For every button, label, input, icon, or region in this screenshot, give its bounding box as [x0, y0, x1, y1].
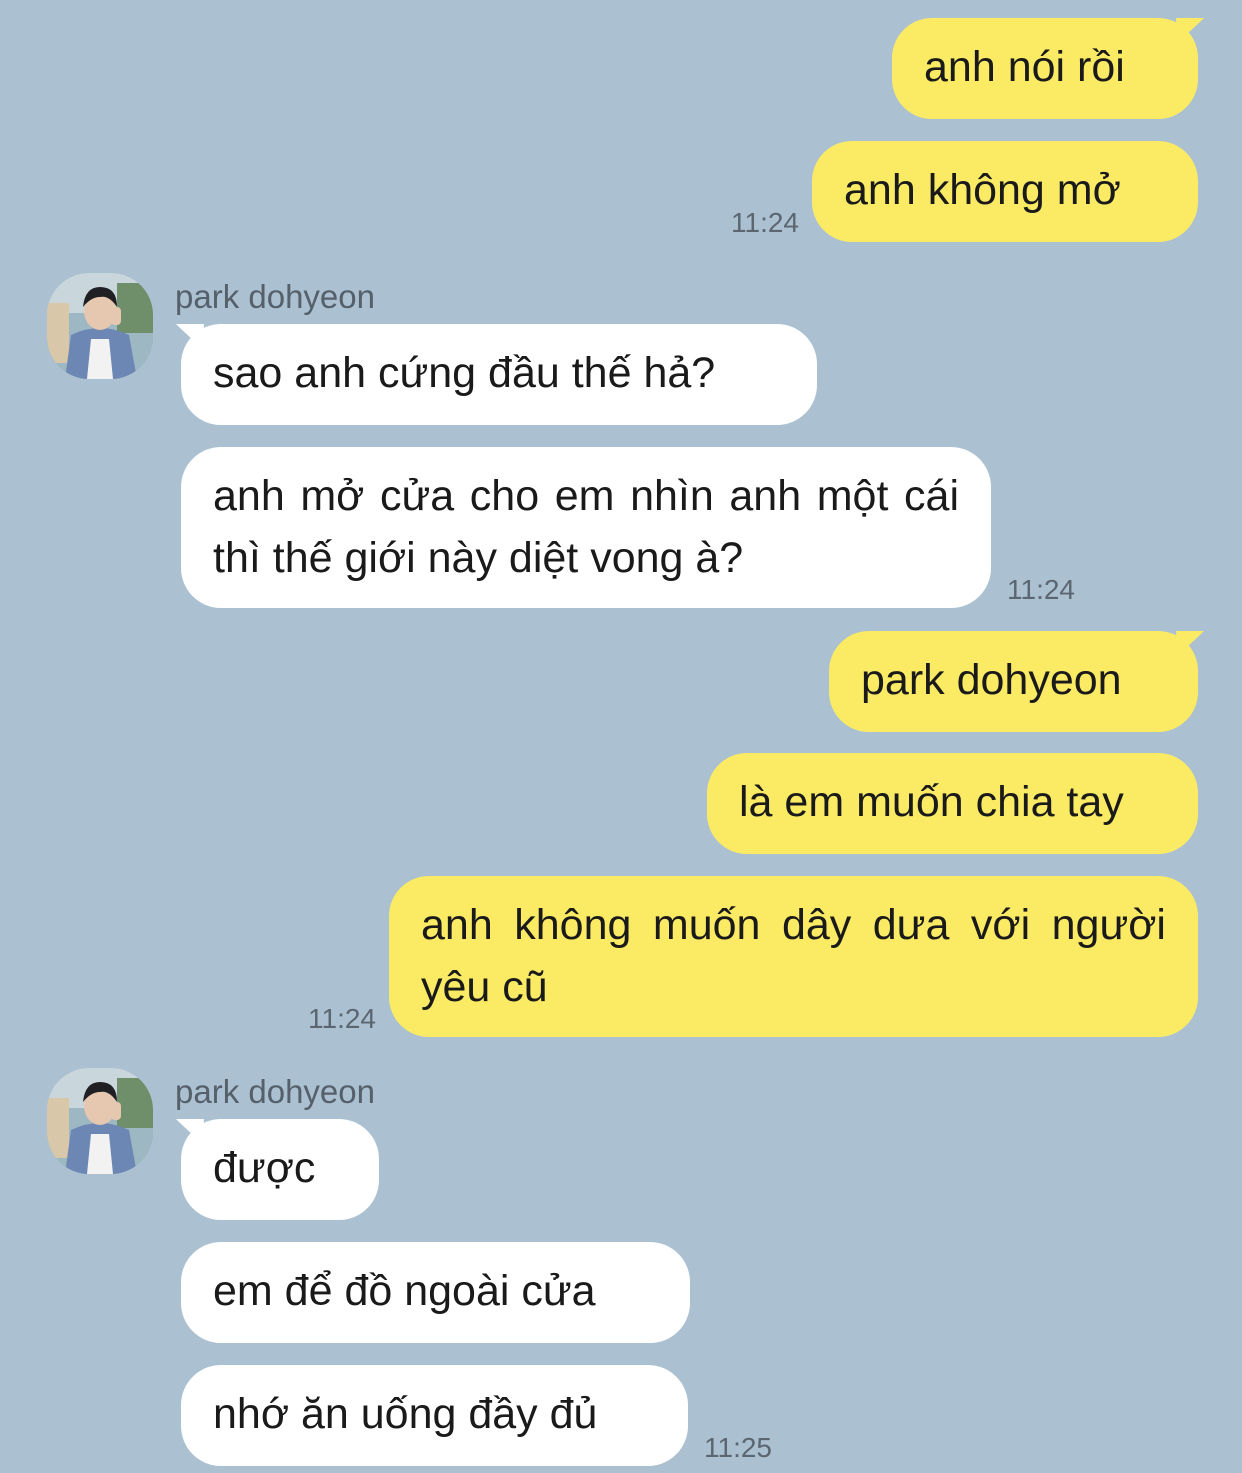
sender-name: park dohyeon	[175, 278, 375, 315]
message-text: nhớ ăn uống đầy đủ	[213, 1390, 598, 1438]
message-text: anh mở cửa cho em nhìn anh một cái thì t…	[213, 472, 959, 582]
sender-avatar[interactable]	[47, 1068, 153, 1174]
message-text: anh nói rồi	[924, 43, 1125, 91]
message-timestamp: 11:24	[308, 1003, 376, 1034]
message-text: là em muốn chia tay	[739, 778, 1124, 826]
sender-avatar[interactable]	[47, 273, 153, 379]
message-bubble-incoming[interactable]: nhớ ăn uống đầy đủ	[181, 1365, 688, 1466]
message-bubble-incoming[interactable]: sao anh cứng đầu thế hả?	[181, 324, 817, 425]
message-text: anh không muốn dây dưa với người yêu cũ	[421, 901, 1166, 1011]
message-bubble-outgoing[interactable]: park dohyeon	[829, 631, 1198, 732]
message-bubble-incoming[interactable]: em để đồ ngoài cửa	[181, 1242, 690, 1343]
chat-thread[interactable]: anh nói rồi anh không mở 11:24 park dohy…	[0, 0, 1242, 1473]
message-bubble-outgoing[interactable]: anh không mở	[812, 141, 1198, 242]
message-bubble-outgoing[interactable]: anh nói rồi	[892, 18, 1198, 119]
message-timestamp: 11:24	[1007, 574, 1075, 605]
avatar-photo-icon	[47, 273, 153, 379]
avatar-photo-icon	[47, 1068, 153, 1174]
message-text: em để đồ ngoài cửa	[213, 1267, 596, 1315]
message-text: anh không mở	[844, 166, 1121, 214]
message-timestamp: 11:24	[731, 207, 799, 238]
sender-name: park dohyeon	[175, 1073, 375, 1110]
message-text: sao anh cứng đầu thế hả?	[213, 349, 716, 397]
message-timestamp: 11:25	[704, 1432, 772, 1463]
message-text: park dohyeon	[861, 656, 1122, 704]
message-bubble-outgoing[interactable]: anh không muốn dây dưa với người yêu cũ	[389, 876, 1198, 1037]
message-bubble-outgoing[interactable]: là em muốn chia tay	[707, 753, 1198, 854]
message-bubble-incoming[interactable]: anh mở cửa cho em nhìn anh một cái thì t…	[181, 447, 991, 608]
message-bubble-incoming[interactable]: được	[181, 1119, 379, 1220]
message-text: được	[213, 1144, 316, 1192]
